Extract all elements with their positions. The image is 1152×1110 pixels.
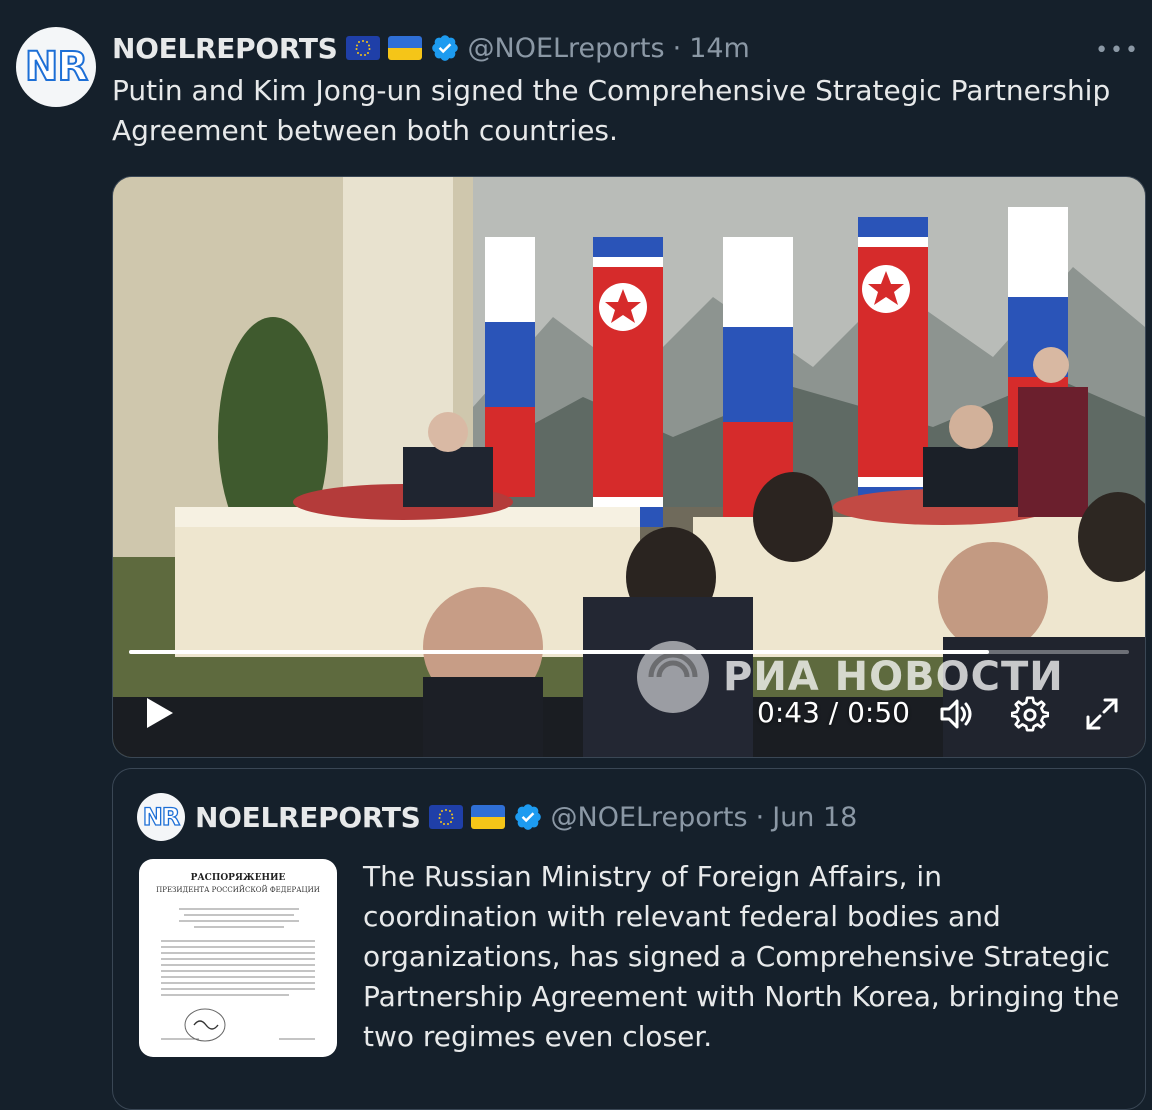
fullscreen-button[interactable] xyxy=(1083,695,1121,733)
settings-icon xyxy=(1010,696,1050,732)
author-handle[interactable]: @NOELreports xyxy=(468,33,665,64)
author-name[interactable]: NOELREPORTS xyxy=(112,32,338,65)
fullscreen-icon xyxy=(1086,698,1118,730)
verified-badge-icon[interactable] xyxy=(430,33,460,63)
video-player[interactable]: РИА НОВОСТИ 0:43 / 0:50 xyxy=(112,176,1146,758)
avatar-logo: NR xyxy=(24,44,89,90)
volume-button[interactable] xyxy=(937,695,975,733)
settings-button[interactable] xyxy=(1010,695,1050,733)
tweet-timestamp[interactable]: 14m xyxy=(689,33,750,64)
play-button[interactable] xyxy=(141,695,177,731)
separator-dot: · xyxy=(755,801,765,833)
quoted-tweet-date[interactable]: Jun 18 xyxy=(772,802,857,833)
video-progress-bar[interactable] xyxy=(129,650,1129,654)
ria-logo-icon xyxy=(637,641,709,713)
volume-icon xyxy=(940,699,972,729)
eu-flag-icon xyxy=(345,36,380,60)
tweet-header: NOELREPORTS @NOELreports · 14m xyxy=(112,28,1132,68)
quoted-author-name[interactable]: NOELREPORTS xyxy=(195,801,421,834)
ukraine-flag-icon xyxy=(387,36,422,60)
eu-flag-icon xyxy=(428,805,463,829)
video-progress-fill xyxy=(129,650,989,654)
more-options-icon[interactable]: ••• xyxy=(1095,38,1140,63)
ukraine-flag-icon xyxy=(470,805,505,829)
quoted-media-thumbnail[interactable]: РАСПОРЯЖЕНИЕ ПРЕЗИДЕНТА РОССИЙСКОЙ ФЕДЕР… xyxy=(139,859,337,1057)
quoted-avatar-logo: NR xyxy=(142,803,181,831)
video-time: 0:43 / 0:50 xyxy=(757,696,910,729)
quoted-author-handle[interactable]: @NOELreports xyxy=(551,802,748,833)
author-avatar[interactable]: NR xyxy=(16,27,96,107)
quoted-tweet-header: NOELREPORTS @NOELreports · Jun 18 xyxy=(195,797,1125,837)
quoted-tweet[interactable]: NR NOELREPORTS @NOELreports · Jun 18 РАС… xyxy=(112,768,1146,1110)
separator-dot: · xyxy=(672,32,682,64)
watermark-text: РИА НОВОСТИ xyxy=(723,654,1064,700)
quoted-tweet-text: The Russian Ministry of Foreign Affairs,… xyxy=(363,860,1120,1053)
verified-badge-icon[interactable] xyxy=(513,802,543,832)
document-body-lines xyxy=(161,908,315,1042)
play-icon xyxy=(147,698,173,728)
tweet-text: Putin and Kim Jong-un signed the Compreh… xyxy=(112,74,1111,147)
quoted-author-avatar[interactable]: NR xyxy=(137,793,185,841)
